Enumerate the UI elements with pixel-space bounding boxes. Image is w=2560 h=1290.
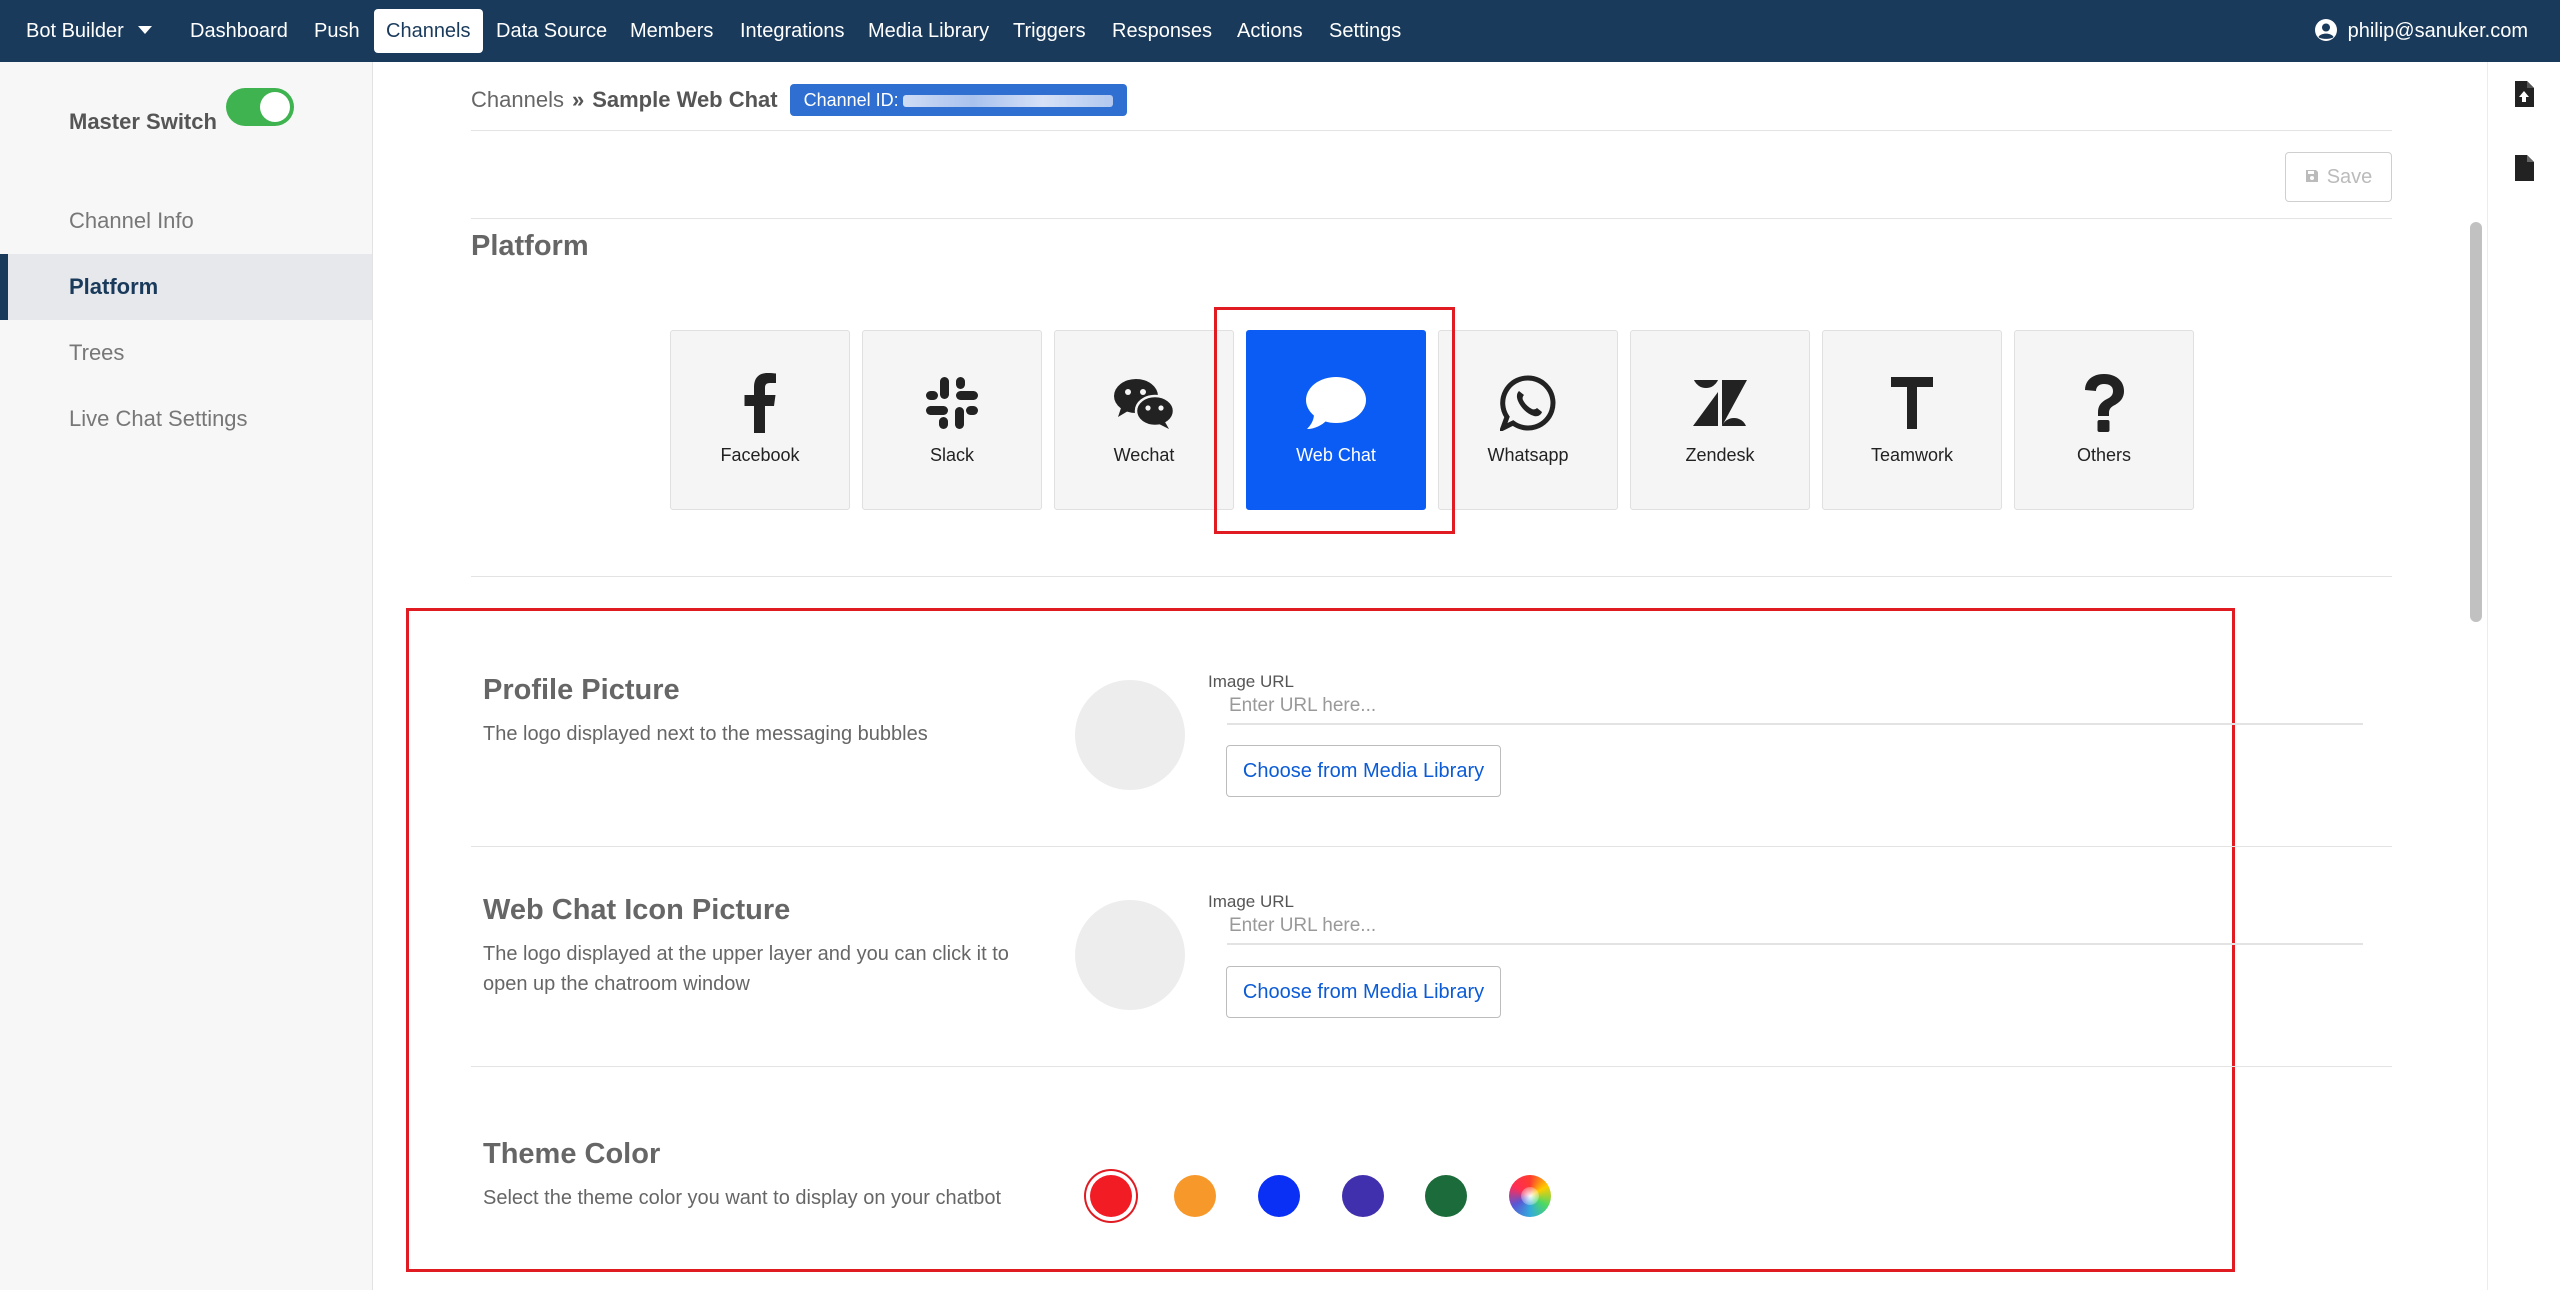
platform-label: Teamwork [1870, 445, 1954, 465]
facebook-icon [744, 373, 776, 433]
breadcrumb-channels[interactable]: Channels [471, 87, 564, 112]
nav-integrations[interactable]: Integrations [728, 9, 857, 53]
profile-image-url-input[interactable] [1227, 689, 2363, 725]
nav-data-source[interactable]: Data Source [484, 9, 619, 53]
toggle-knob [260, 92, 290, 122]
master-switch-toggle[interactable] [226, 88, 294, 126]
divider [471, 846, 2392, 847]
sidebar-item-platform[interactable]: Platform [0, 254, 372, 320]
redacted-channel-id [902, 95, 1113, 108]
sidebar-item-trees[interactable]: Trees [0, 320, 372, 386]
theme-color-title: Theme Color [483, 1138, 661, 1170]
profile-picture-description: The logo displayed next to the messaging… [483, 723, 928, 745]
brand-label: Bot Builder [26, 20, 124, 42]
breadcrumb-current: Sample Web Chat [592, 87, 778, 112]
master-switch-label: Master Switch [69, 109, 217, 134]
icon-picture-title: Web Chat Icon Picture [483, 894, 791, 926]
profile-choose-media-button[interactable]: Choose from Media Library [1226, 745, 1501, 797]
divider [471, 576, 2392, 577]
platform-others[interactable]: Others [2014, 330, 2194, 510]
sidebar: Master Switch Channel Info Platform Tree… [0, 62, 373, 1290]
icon-choose-media-button[interactable]: Choose from Media Library [1226, 966, 1501, 1018]
user-email: philip@sanuker.com [2347, 20, 2528, 42]
teamwork-icon [1891, 377, 1933, 429]
profile-picture-title: Profile Picture [483, 674, 680, 706]
whatsapp-icon [1500, 375, 1556, 431]
selected-platform-highlight [1214, 307, 1455, 534]
slack-icon [926, 377, 978, 429]
theme-swatch-purple[interactable] [1342, 1175, 1384, 1217]
sidebar-item-channel-info[interactable]: Channel Info [0, 188, 372, 254]
divider [471, 130, 2392, 131]
nav-channels[interactable]: Channels [374, 9, 483, 53]
platform-teamwork[interactable]: Teamwork [1822, 330, 2002, 510]
platform-wechat[interactable]: Wechat [1054, 330, 1234, 510]
theme-swatch-orange[interactable] [1174, 1175, 1216, 1217]
icon-picture-description: The logo displayed at the upper layer an… [483, 943, 1009, 995]
platform-zendesk[interactable]: Zendesk [1630, 330, 1810, 510]
question-icon [2085, 374, 2124, 432]
caret-down-icon [137, 25, 152, 34]
nav-settings[interactable]: Settings [1317, 9, 1413, 53]
platform-label: Wechat [1113, 445, 1175, 465]
nav-triggers[interactable]: Triggers [1001, 9, 1098, 53]
theme-swatch-blue[interactable] [1258, 1175, 1300, 1217]
save-label: Save [2326, 166, 2373, 188]
divider [471, 1066, 2392, 1067]
platform-whatsapp[interactable]: Whatsapp [1438, 330, 1618, 510]
platform-label: Zendesk [1685, 445, 1755, 465]
top-navbar: Bot Builder Dashboard Push Channels Data… [0, 0, 2560, 62]
double-chevron-right-icon: » [571, 87, 585, 112]
icon-picture-preview [1075, 900, 1185, 1010]
user-menu[interactable]: philip@sanuker.com [2314, 0, 2528, 62]
save-button[interactable]: Save [2285, 152, 2392, 202]
channel-id-label: Channel ID: [803, 90, 899, 110]
theme-swatch-green[interactable] [1425, 1175, 1467, 1217]
vertical-scrollbar[interactable] [2470, 222, 2482, 622]
theme-swatch-red[interactable] [1090, 1175, 1132, 1217]
file-icon[interactable] [2513, 154, 2535, 182]
platform-label: Slack [929, 445, 974, 465]
file-upload-icon[interactable] [2513, 80, 2535, 108]
channel-id-badge: Channel ID: [789, 84, 1127, 116]
platform-label: Whatsapp [1487, 445, 1569, 465]
platform-title: Platform [471, 230, 589, 262]
platform-label: Others [2076, 445, 2132, 465]
wechat-icon [1114, 379, 1175, 429]
right-rail [2487, 62, 2560, 1290]
nav-actions[interactable]: Actions [1225, 9, 1315, 53]
nav-members[interactable]: Members [618, 9, 725, 53]
custom-color-picker-icon[interactable] [1509, 1175, 1551, 1217]
floppy-disk-icon [2305, 169, 2318, 182]
platform-slack[interactable]: Slack [862, 330, 1042, 510]
nav-responses[interactable]: Responses [1100, 9, 1224, 53]
divider [471, 218, 2392, 219]
breadcrumb: Channels » Sample Web Chat Channel ID: [471, 84, 1127, 116]
zendesk-icon [1693, 380, 1747, 426]
platform-facebook[interactable]: Facebook [670, 330, 850, 510]
platform-label: Facebook [720, 445, 800, 465]
user-account-icon [2314, 18, 2337, 41]
profile-picture-preview [1075, 680, 1185, 790]
nav-push[interactable]: Push [302, 9, 372, 53]
bot-builder-dropdown[interactable]: Bot Builder [26, 0, 152, 62]
theme-color-description: Select the theme color you want to displ… [483, 1187, 1002, 1209]
nav-dashboard[interactable]: Dashboard [178, 9, 300, 53]
nav-media-library[interactable]: Media Library [856, 9, 1001, 53]
icon-image-url-input[interactable] [1227, 909, 2363, 945]
sidebar-item-live-chat-settings[interactable]: Live Chat Settings [0, 386, 372, 452]
